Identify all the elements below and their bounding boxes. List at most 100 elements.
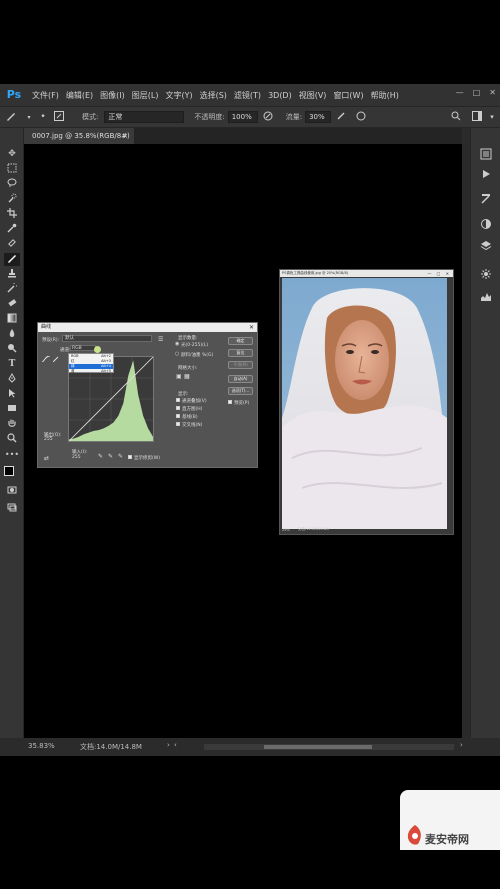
more-tools-icon[interactable]: •••	[4, 448, 20, 461]
preset-select[interactable]: 默认	[62, 335, 152, 342]
layers-panel-icon[interactable]	[479, 240, 493, 254]
black-point-eyedropper-icon[interactable]: ✎	[98, 453, 103, 460]
histogram-checkbox[interactable]	[176, 406, 180, 410]
dialog-close-icon[interactable]: ✕	[249, 323, 254, 332]
image-window-title: PS调色工具曲线使用.jpg @ 25%(RGB/8) — □ ✕	[280, 270, 453, 277]
shape-tool-icon[interactable]	[4, 403, 20, 416]
intersection-checkbox[interactable]	[176, 422, 180, 426]
menu-edit[interactable]: 编辑(E)	[66, 90, 93, 101]
menu-image[interactable]: 图像(I)	[100, 90, 125, 101]
move-tool-icon[interactable]: ✥	[4, 148, 20, 161]
histogram-panel-icon[interactable]	[479, 290, 493, 304]
workspace-icon[interactable]	[470, 110, 484, 124]
channel-option-blue[interactable]: 蓝 Alt+5	[69, 369, 113, 374]
brush-preset-dropdown-icon[interactable]: ▾	[22, 114, 36, 121]
output-value[interactable]: 255	[44, 437, 53, 442]
options-button[interactable]: 选项(T)...	[228, 387, 253, 395]
zoom-tool-icon[interactable]	[4, 433, 20, 446]
history-brush-tool-icon[interactable]	[4, 281, 20, 296]
menu-window[interactable]: 窗口(W)	[333, 90, 363, 101]
pencil-draw-icon[interactable]	[52, 356, 59, 364]
horizontal-scrollbar[interactable]	[204, 744, 454, 750]
color-swatches[interactable]	[4, 466, 20, 482]
auto-button[interactable]: 自动(A)	[228, 375, 253, 383]
maximize-icon[interactable]: □	[473, 88, 481, 97]
brush-tool-button-icon[interactable]	[4, 253, 20, 266]
gray-point-eyedropper-icon[interactable]: ✎	[108, 453, 113, 460]
menu-type[interactable]: 文字(Y)	[165, 90, 192, 101]
grid-detailed-icon[interactable]: ▦	[184, 373, 190, 380]
menu-view[interactable]: 视图(V)	[299, 90, 327, 101]
image-window-controls-icon[interactable]: — □ ✕	[427, 270, 451, 277]
channel-select[interactable]: RGB	[70, 345, 96, 351]
minimize-icon[interactable]: —	[456, 88, 464, 97]
zoom-level[interactable]: 35.83%	[28, 742, 55, 750]
hand-tool-icon[interactable]	[4, 418, 20, 431]
brush-settings-icon[interactable]	[479, 193, 493, 207]
light-radio-icon[interactable]: ◉	[175, 341, 179, 347]
adjustments-panel-icon[interactable]	[479, 268, 493, 282]
menu-layer[interactable]: 图层(L)	[132, 90, 159, 101]
grid-simple-icon[interactable]: ▣	[176, 373, 182, 380]
workspace-dropdown-icon[interactable]: ▾	[486, 113, 498, 121]
history-panel-icon[interactable]	[479, 148, 493, 162]
input-value[interactable]: 255	[72, 455, 81, 460]
eyedropper-tool-icon[interactable]	[4, 223, 20, 236]
pen-tool-icon[interactable]	[4, 373, 20, 386]
search-icon[interactable]	[450, 111, 462, 124]
preset-options-icon[interactable]: ☰	[158, 336, 163, 343]
image-window-zoom[interactable]: 25%	[282, 528, 290, 532]
menu-3d[interactable]: 3D(D)	[268, 91, 292, 100]
pigment-radio-icon[interactable]: ○	[175, 351, 179, 357]
scrollbar-thumb[interactable]	[264, 745, 372, 749]
healing-brush-tool-icon[interactable]	[4, 238, 20, 251]
channel-overlay-checkbox[interactable]	[176, 398, 180, 402]
blur-tool-icon[interactable]	[4, 328, 20, 341]
screen-mode-icon[interactable]	[4, 502, 20, 515]
preview-checkbox[interactable]	[228, 400, 232, 404]
crop-tool-icon[interactable]	[4, 208, 20, 221]
marquee-tool-icon[interactable]	[4, 163, 20, 176]
brush-tool-icon[interactable]	[0, 110, 22, 125]
menu-filter[interactable]: 滤镜(T)	[234, 90, 261, 101]
play-actions-icon[interactable]	[479, 168, 493, 182]
tab-close-icon[interactable]: ×	[122, 128, 128, 144]
menu-help[interactable]: 帮助(H)	[371, 90, 399, 101]
menu-file[interactable]: 文件(F)	[32, 90, 59, 101]
quick-select-tool-icon[interactable]	[4, 193, 20, 206]
gradient-tool-icon[interactable]	[4, 313, 20, 326]
scroll-right-icon[interactable]: ›	[460, 741, 463, 749]
light-option-label: 光(0-255)(L)	[181, 343, 209, 348]
brush-size-icon[interactable]: •	[36, 112, 50, 122]
show-clipping-checkbox[interactable]	[128, 455, 132, 459]
lasso-tool-icon[interactable]	[4, 178, 20, 191]
close-icon[interactable]: ✕	[489, 88, 496, 97]
clone-stamp-tool-icon[interactable]	[4, 268, 20, 281]
curve-edit-icon[interactable]	[41, 355, 51, 364]
opacity-input[interactable]: 100%	[227, 111, 258, 123]
tab-document[interactable]: 0007.jpg @ 35.8%(RGB/8#) ×	[24, 128, 134, 144]
mode-select[interactable]: 正常	[104, 111, 185, 123]
foreground-color-swatch[interactable]	[4, 466, 14, 476]
airbrush-icon[interactable]	[331, 111, 351, 124]
pressure-opacity-icon[interactable]	[258, 111, 278, 124]
target-adjust-icon[interactable]: ⇄	[44, 455, 49, 462]
smooth-button[interactable]: 平滑(M)	[228, 361, 253, 369]
baseline-checkbox[interactable]	[176, 414, 180, 418]
quick-mask-icon[interactable]	[4, 485, 20, 498]
dodge-tool-icon[interactable]	[4, 343, 20, 356]
status-arrow-icon[interactable]: ›	[167, 741, 170, 749]
brushes-panel-icon[interactable]	[479, 218, 493, 232]
reset-button[interactable]: 复位	[228, 349, 253, 357]
menu-select[interactable]: 选择(S)	[200, 90, 227, 101]
ok-button[interactable]: 确定	[228, 337, 253, 345]
brush-panel-icon[interactable]	[50, 110, 68, 124]
pressure-size-icon[interactable]	[351, 111, 371, 124]
vertical-scrollbar[interactable]	[462, 144, 470, 738]
scroll-left-icon[interactable]: ‹	[174, 741, 177, 749]
flow-input[interactable]: 30%	[305, 111, 332, 123]
type-tool-icon[interactable]: T	[4, 358, 20, 371]
path-select-tool-icon[interactable]	[4, 388, 20, 401]
white-point-eyedropper-icon[interactable]: ✎	[118, 453, 123, 460]
eraser-tool-icon[interactable]	[4, 298, 20, 311]
